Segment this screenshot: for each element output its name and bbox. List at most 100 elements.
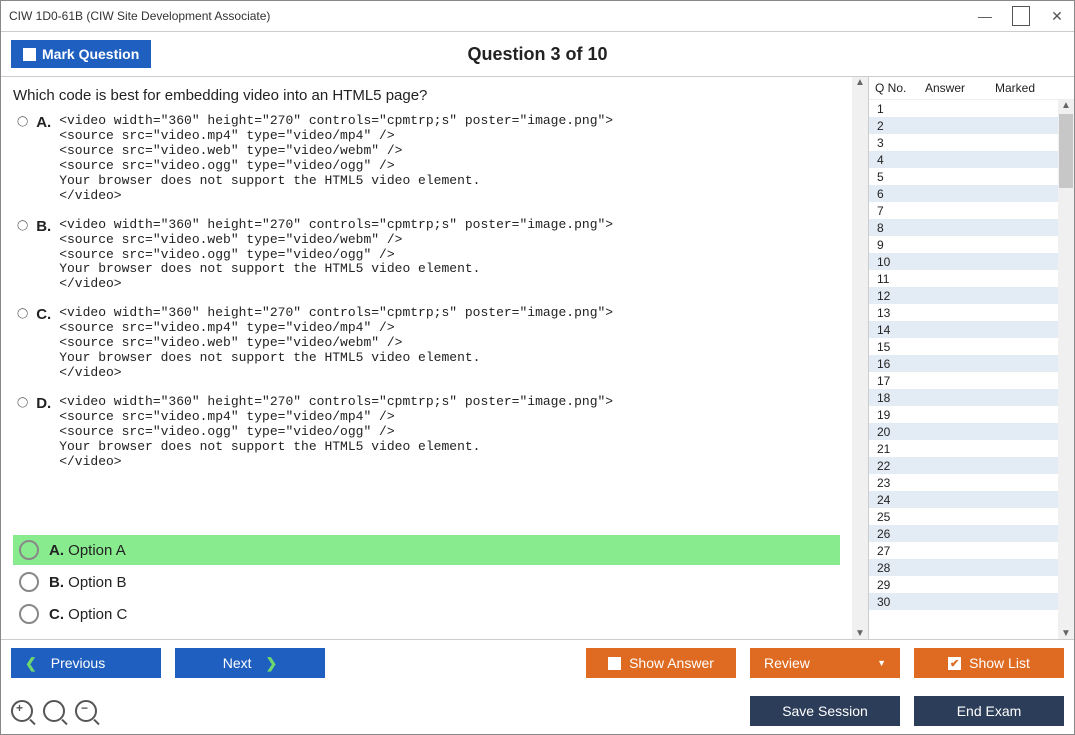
review-button[interactable]: Review ▼ <box>750 648 900 678</box>
zoom-out-icon[interactable] <box>75 700 97 722</box>
save-session-label: Save Session <box>782 703 868 719</box>
question-list-row[interactable]: 2 <box>869 117 1074 134</box>
code-option[interactable]: ◯B.<video width="360" height="270" contr… <box>13 218 840 293</box>
question-list-row[interactable]: 6 <box>869 185 1074 202</box>
question-list-row[interactable]: 3 <box>869 134 1074 151</box>
question-list-row[interactable]: 4 <box>869 151 1074 168</box>
end-exam-button[interactable]: End Exam <box>914 696 1064 726</box>
next-label: Next <box>223 655 252 671</box>
titlebar: CIW 1D0-61B (CIW Site Development Associ… <box>1 1 1074 32</box>
question-list-row[interactable]: 30 <box>869 593 1074 610</box>
checkbox-icon <box>608 657 621 670</box>
mark-question-label: Mark Question <box>42 46 139 62</box>
header-row: Mark Question Question 3 of 10 <box>1 32 1074 77</box>
next-button[interactable]: Next ❯ <box>175 648 325 678</box>
question-list-row[interactable]: 10 <box>869 253 1074 270</box>
window-controls: — ✕ <box>976 7 1066 25</box>
question-list-row[interactable]: 16 <box>869 355 1074 372</box>
question-list-row[interactable]: 25 <box>869 508 1074 525</box>
option-code: <video width="360" height="270" controls… <box>59 114 613 204</box>
question-list-row[interactable]: 12 <box>869 287 1074 304</box>
footer: ❮ Previous Next ❯ Show Answer Review ▼ ✔… <box>1 639 1074 734</box>
scroll-up-icon[interactable]: ▲ <box>1061 100 1071 111</box>
answer-option[interactable]: B. Option B <box>13 567 840 597</box>
zoom-in-icon[interactable] <box>11 700 33 722</box>
question-list-row[interactable]: 9 <box>869 236 1074 253</box>
zoom-reset-icon[interactable] <box>43 700 65 722</box>
app-window: CIW 1D0-61B (CIW Site Development Associ… <box>0 0 1075 735</box>
save-session-button[interactable]: Save Session <box>750 696 900 726</box>
show-list-button[interactable]: ✔ Show List <box>914 648 1064 678</box>
question-list-row[interactable]: 14 <box>869 321 1074 338</box>
code-option[interactable]: ◯ A. <video width="360" height="270" contr… <box>13 114 840 204</box>
window-title: CIW 1D0-61B (CIW Site Development Associ… <box>9 9 270 23</box>
question-list-row[interactable]: 11 <box>869 270 1074 287</box>
show-answer-label: Show Answer <box>629 655 714 671</box>
question-list-row[interactable]: 23 <box>869 474 1074 491</box>
col-marked: Marked <box>995 81 1072 95</box>
mark-question-button[interactable]: Mark Question <box>11 40 151 68</box>
show-list-label: Show List <box>969 655 1030 671</box>
question-list-row[interactable]: 17 <box>869 372 1074 389</box>
question-list-row[interactable]: 7 <box>869 202 1074 219</box>
answer-label: B. Option B <box>49 574 127 591</box>
code-option[interactable]: ◯ D. <video width="360" height="270" contr… <box>13 395 840 470</box>
question-list-row[interactable]: 13 <box>869 304 1074 321</box>
footer-row-2: Save Session End Exam <box>1 696 1074 734</box>
col-qno: Q No. <box>871 81 925 95</box>
close-icon[interactable]: ✕ <box>1048 7 1066 25</box>
question-text: Which code is best for embedding video i… <box>1 77 852 114</box>
chevron-right-icon: ❯ <box>266 655 278 672</box>
scroll-down-icon[interactable]: ▼ <box>1061 628 1071 639</box>
question-list-row[interactable]: 29 <box>869 576 1074 593</box>
radio-icon <box>19 572 39 592</box>
scroll-down-icon[interactable]: ▼ <box>855 628 865 639</box>
question-list-row[interactable]: 15 <box>869 338 1074 355</box>
maximize-icon[interactable] <box>1012 7 1030 25</box>
question-list-row[interactable]: 22 <box>869 457 1074 474</box>
question-list-row[interactable]: 24 <box>869 491 1074 508</box>
option-code: <video width="360" height="270" controls… <box>59 395 613 470</box>
option-letter: D. <box>36 395 51 412</box>
answer-option[interactable]: A. Option A <box>13 535 840 565</box>
question-panel: Which code is best for embedding video i… <box>1 77 852 639</box>
left-scrollbar[interactable]: ▲ ▼ <box>852 77 868 639</box>
question-list-row[interactable]: 27 <box>869 542 1074 559</box>
option-letter: B. <box>36 218 51 235</box>
question-list-row[interactable]: 5 <box>869 168 1074 185</box>
minimize-icon[interactable]: — <box>976 7 994 25</box>
question-list-row[interactable]: 19 <box>869 406 1074 423</box>
footer-row-1: ❮ Previous Next ❯ Show Answer Review ▼ ✔… <box>1 639 1074 686</box>
previous-label: Previous <box>51 655 105 671</box>
scroll-up-icon[interactable]: ▲ <box>855 77 865 88</box>
col-answer: Answer <box>925 81 995 95</box>
question-list-row[interactable]: 8 <box>869 219 1074 236</box>
radio-icon <box>19 604 39 624</box>
radio-icon: ◯ <box>17 397 28 408</box>
question-list-row[interactable]: 26 <box>869 525 1074 542</box>
option-letter: A. <box>36 114 51 131</box>
option-code: <video width="360" height="270" controls… <box>59 218 613 293</box>
radio-icon: ◯ <box>17 116 28 127</box>
answer-label: C. Option C <box>49 606 127 623</box>
scroll-thumb[interactable] <box>1059 114 1073 188</box>
right-scrollbar[interactable]: ▲ ▼ <box>1058 100 1074 639</box>
zoom-tools <box>11 700 97 722</box>
radio-icon: ◯ <box>17 308 28 319</box>
question-list-row[interactable]: 21 <box>869 440 1074 457</box>
question-list-row[interactable]: 18 <box>869 389 1074 406</box>
answer-option[interactable]: C. Option C <box>13 599 840 629</box>
option-letter: C. <box>36 306 51 323</box>
question-list-row[interactable]: 20 <box>869 423 1074 440</box>
body: Which code is best for embedding video i… <box>1 77 1074 639</box>
question-list-row[interactable]: 28 <box>869 559 1074 576</box>
code-option[interactable]: ◯C.<video width="360" height="270" contr… <box>13 306 840 381</box>
review-label: Review <box>764 655 810 671</box>
answer-list: A. Option A B. Option B C. Option C <box>1 535 852 639</box>
show-answer-button[interactable]: Show Answer <box>586 648 736 678</box>
previous-button[interactable]: ❮ Previous <box>11 648 161 678</box>
question-list-rows: 1234567891011121314151617181920212223242… <box>869 100 1074 639</box>
checkbox-icon: ✔ <box>948 657 961 670</box>
question-list-header: Q No. Answer Marked <box>869 77 1074 100</box>
question-list-row[interactable]: 1 <box>869 100 1074 117</box>
